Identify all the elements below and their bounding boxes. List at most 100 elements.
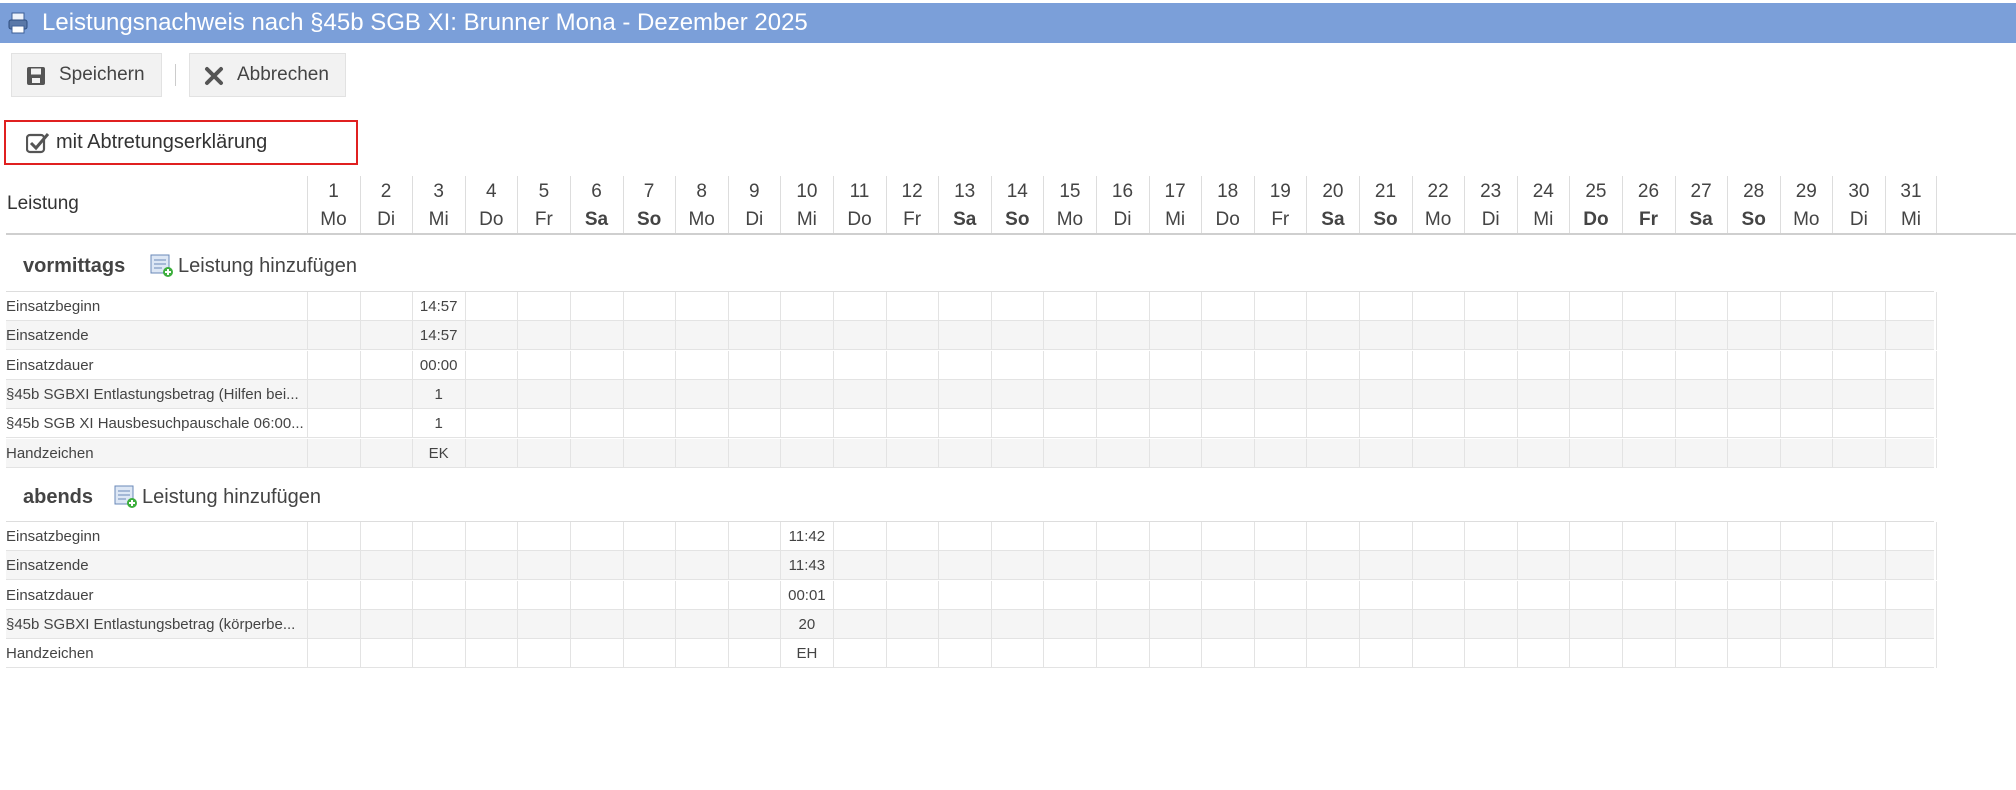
day-cell[interactable] — [1306, 350, 1358, 380]
day-cell[interactable] — [1622, 639, 1674, 669]
day-cell[interactable] — [833, 409, 885, 439]
day-cell[interactable] — [622, 639, 675, 669]
day-cell[interactable] — [938, 379, 990, 409]
day-cell[interactable]: 11:43 — [780, 551, 832, 581]
save-button[interactable]: Speichern — [11, 53, 162, 97]
day-cell[interactable] — [622, 409, 675, 439]
day-cell[interactable] — [359, 551, 412, 581]
day-cell[interactable] — [1622, 580, 1674, 610]
day-cell[interactable] — [1359, 522, 1411, 551]
day-cell[interactable] — [570, 379, 622, 409]
day-cell[interactable] — [938, 292, 990, 321]
day-cell[interactable] — [1674, 379, 1727, 409]
day-cell[interactable] — [1201, 350, 1253, 380]
day-cell[interactable]: 00:01 — [780, 580, 832, 610]
day-cell[interactable] — [990, 292, 1043, 321]
day-cell[interactable] — [1306, 580, 1358, 610]
day-cell[interactable] — [1464, 639, 1516, 669]
day-cell[interactable] — [1201, 609, 1253, 639]
day-cell[interactable] — [1569, 379, 1621, 409]
day-cell[interactable] — [990, 639, 1043, 669]
day-cell[interactable] — [1306, 379, 1358, 409]
day-cell[interactable] — [1832, 609, 1884, 639]
day-cell[interactable] — [1411, 292, 1464, 321]
day-cell[interactable] — [1832, 522, 1884, 551]
day-cell[interactable] — [833, 551, 885, 581]
day-cell[interactable] — [1253, 438, 1306, 468]
day-cell[interactable] — [517, 292, 569, 321]
day-cell[interactable] — [727, 379, 780, 409]
day-cell[interactable] — [833, 522, 885, 551]
day-cell[interactable] — [1253, 350, 1306, 380]
day-cell[interactable]: 14:57 — [412, 321, 464, 351]
day-cell[interactable] — [517, 580, 569, 610]
day-cell[interactable] — [938, 580, 990, 610]
day-cell[interactable] — [1622, 409, 1674, 439]
day-cell[interactable] — [1411, 438, 1464, 468]
day-cell[interactable] — [1569, 409, 1621, 439]
day-cell[interactable] — [1306, 321, 1358, 351]
day-cell[interactable] — [1043, 639, 1095, 669]
day-cell[interactable]: 00:00 — [412, 350, 464, 380]
day-cell[interactable] — [1096, 609, 1148, 639]
day-cell[interactable] — [1885, 321, 1937, 351]
day-cell[interactable] — [464, 292, 517, 321]
day-cell[interactable] — [675, 379, 727, 409]
day-cell[interactable] — [1359, 409, 1411, 439]
day-cell[interactable] — [622, 551, 675, 581]
day-cell[interactable] — [990, 409, 1043, 439]
day-cell[interactable] — [1148, 580, 1201, 610]
day-cell[interactable] — [464, 321, 517, 351]
day-cell[interactable] — [1885, 438, 1937, 468]
day-cell[interactable] — [1201, 580, 1253, 610]
day-cell[interactable] — [517, 350, 569, 380]
day-cell[interactable] — [1411, 639, 1464, 669]
day-cell[interactable] — [307, 350, 359, 380]
day-cell[interactable] — [1464, 551, 1516, 581]
day-cell[interactable] — [833, 609, 885, 639]
day-cell[interactable] — [412, 580, 464, 610]
day-cell[interactable] — [885, 292, 938, 321]
day-cell[interactable] — [990, 609, 1043, 639]
day-cell[interactable] — [307, 609, 359, 639]
day-cell[interactable] — [675, 409, 727, 439]
day-cell[interactable] — [1832, 551, 1884, 581]
day-cell[interactable] — [1569, 321, 1621, 351]
day-cell[interactable] — [1622, 438, 1674, 468]
day-cell[interactable] — [1727, 350, 1779, 380]
day-cell[interactable] — [1411, 551, 1464, 581]
day-cell[interactable] — [1411, 522, 1464, 551]
day-cell[interactable] — [1516, 438, 1569, 468]
day-cell[interactable] — [1148, 438, 1201, 468]
day-cell[interactable] — [359, 580, 412, 610]
day-cell[interactable] — [1096, 580, 1148, 610]
day-cell[interactable] — [1096, 438, 1148, 468]
day-cell[interactable] — [307, 551, 359, 581]
day-cell[interactable] — [517, 379, 569, 409]
day-cell[interactable] — [1201, 522, 1253, 551]
day-cell[interactable] — [1148, 379, 1201, 409]
day-cell[interactable] — [675, 350, 727, 380]
day-cell[interactable] — [1727, 438, 1779, 468]
day-cell[interactable] — [885, 639, 938, 669]
day-cell[interactable] — [938, 551, 990, 581]
day-cell[interactable] — [359, 522, 412, 551]
day-cell[interactable] — [622, 522, 675, 551]
day-cell[interactable] — [938, 639, 990, 669]
day-cell[interactable] — [622, 580, 675, 610]
day-cell[interactable] — [1306, 522, 1358, 551]
day-cell[interactable] — [1359, 321, 1411, 351]
day-cell[interactable] — [1464, 438, 1516, 468]
day-cell[interactable] — [1043, 609, 1095, 639]
day-cell[interactable] — [1516, 321, 1569, 351]
day-cell[interactable] — [570, 580, 622, 610]
day-cell[interactable] — [675, 321, 727, 351]
day-cell[interactable] — [570, 551, 622, 581]
day-cell[interactable] — [1569, 292, 1621, 321]
day-cell[interactable] — [1096, 379, 1148, 409]
day-cell[interactable] — [885, 580, 938, 610]
day-cell[interactable] — [622, 292, 675, 321]
day-cell[interactable] — [359, 438, 412, 468]
day-cell[interactable] — [780, 379, 832, 409]
day-cell[interactable] — [1779, 609, 1832, 639]
